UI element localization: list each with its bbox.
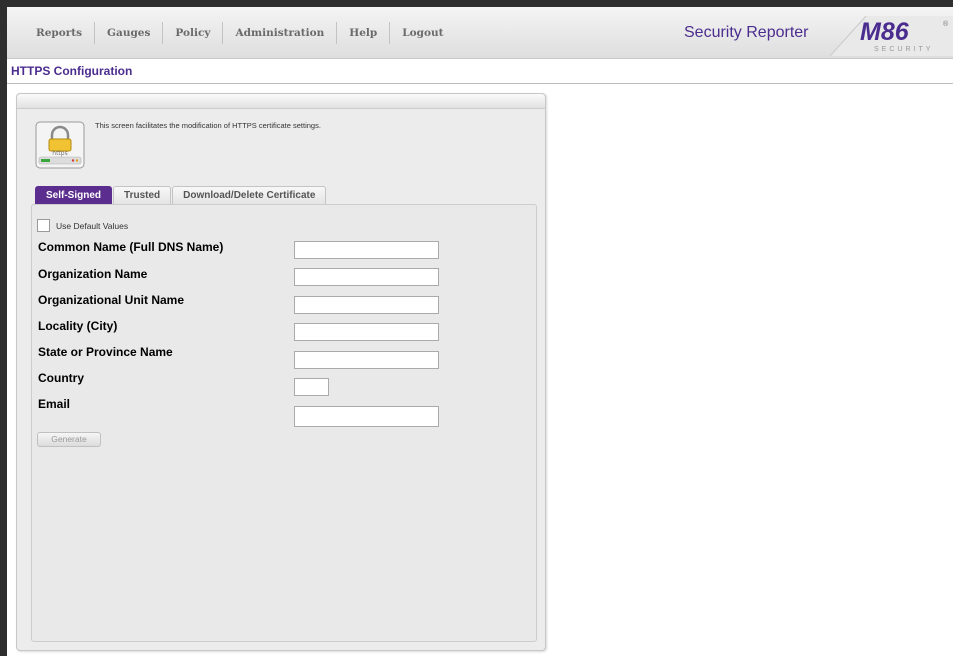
generate-button[interactable]: Generate — [37, 432, 101, 447]
state-province-name-field[interactable] — [294, 351, 439, 369]
panel-header — [17, 94, 545, 109]
email-field[interactable] — [294, 406, 439, 427]
organization-name-label: Organization Name — [38, 267, 148, 281]
email-label: Email — [38, 397, 71, 411]
organization-name-field[interactable] — [294, 268, 439, 286]
window-left-border — [0, 0, 7, 656]
m86-logo: M86 SECURITY ® — [830, 16, 953, 56]
country-field[interactable] — [294, 378, 329, 396]
https-lock-icon: https — [35, 121, 85, 169]
use-default-values-label: Use Default Values — [56, 220, 129, 231]
certificate-tabs: Self-Signed Trusted Download/Delete Cert… — [35, 186, 327, 205]
nav-logout[interactable]: Logout — [390, 22, 455, 44]
nav-menu: Reports Gauges Policy Administration Hel… — [26, 7, 455, 58]
top-navigation-bar: Reports Gauges Policy Administration Hel… — [7, 7, 953, 59]
common-name-field[interactable] — [294, 241, 439, 259]
svg-text:®: ® — [943, 20, 949, 28]
tab-download-delete-certificate[interactable]: Download/Delete Certificate — [172, 186, 327, 204]
organizational-unit-name-label: Organizational Unit Name — [38, 293, 185, 307]
https-configuration-panel: https This screen facilitates the modifi… — [16, 93, 546, 651]
page-title-bar: HTTPS Configuration — [7, 59, 953, 84]
tab-trusted[interactable]: Trusted — [113, 186, 172, 204]
https-icon-label: https — [52, 150, 67, 157]
use-default-values-checkbox[interactable] — [37, 219, 50, 232]
use-default-values-row: Use Default Values — [37, 219, 128, 232]
logo-mark: M86 — [860, 18, 910, 46]
nav-reports[interactable]: Reports — [26, 21, 96, 44]
locality-city-field[interactable] — [294, 323, 439, 341]
nav-help[interactable]: Help — [337, 21, 391, 44]
logo-subtitle: SECURITY — [874, 46, 933, 53]
self-signed-form: Use Default Values Common Name (Full DNS… — [31, 204, 537, 642]
common-name-label: Common Name (Full DNS Name) — [38, 240, 224, 254]
organizational-unit-name-field[interactable] — [294, 296, 439, 314]
locality-city-label: Locality (City) — [38, 319, 118, 333]
country-label: Country — [38, 371, 84, 385]
nav-gauges[interactable]: Gauges — [95, 21, 164, 44]
nav-administration[interactable]: Administration — [223, 21, 338, 44]
tab-self-signed[interactable]: Self-Signed — [35, 186, 113, 204]
window-top-border — [0, 0, 953, 7]
state-province-name-label: State or Province Name — [38, 345, 173, 359]
nav-policy[interactable]: Policy — [163, 21, 224, 44]
product-title: Security Reporter — [684, 24, 809, 41]
screen-description: This screen facilitates the modification… — [95, 121, 321, 130]
page-title: HTTPS Configuration — [11, 64, 133, 78]
